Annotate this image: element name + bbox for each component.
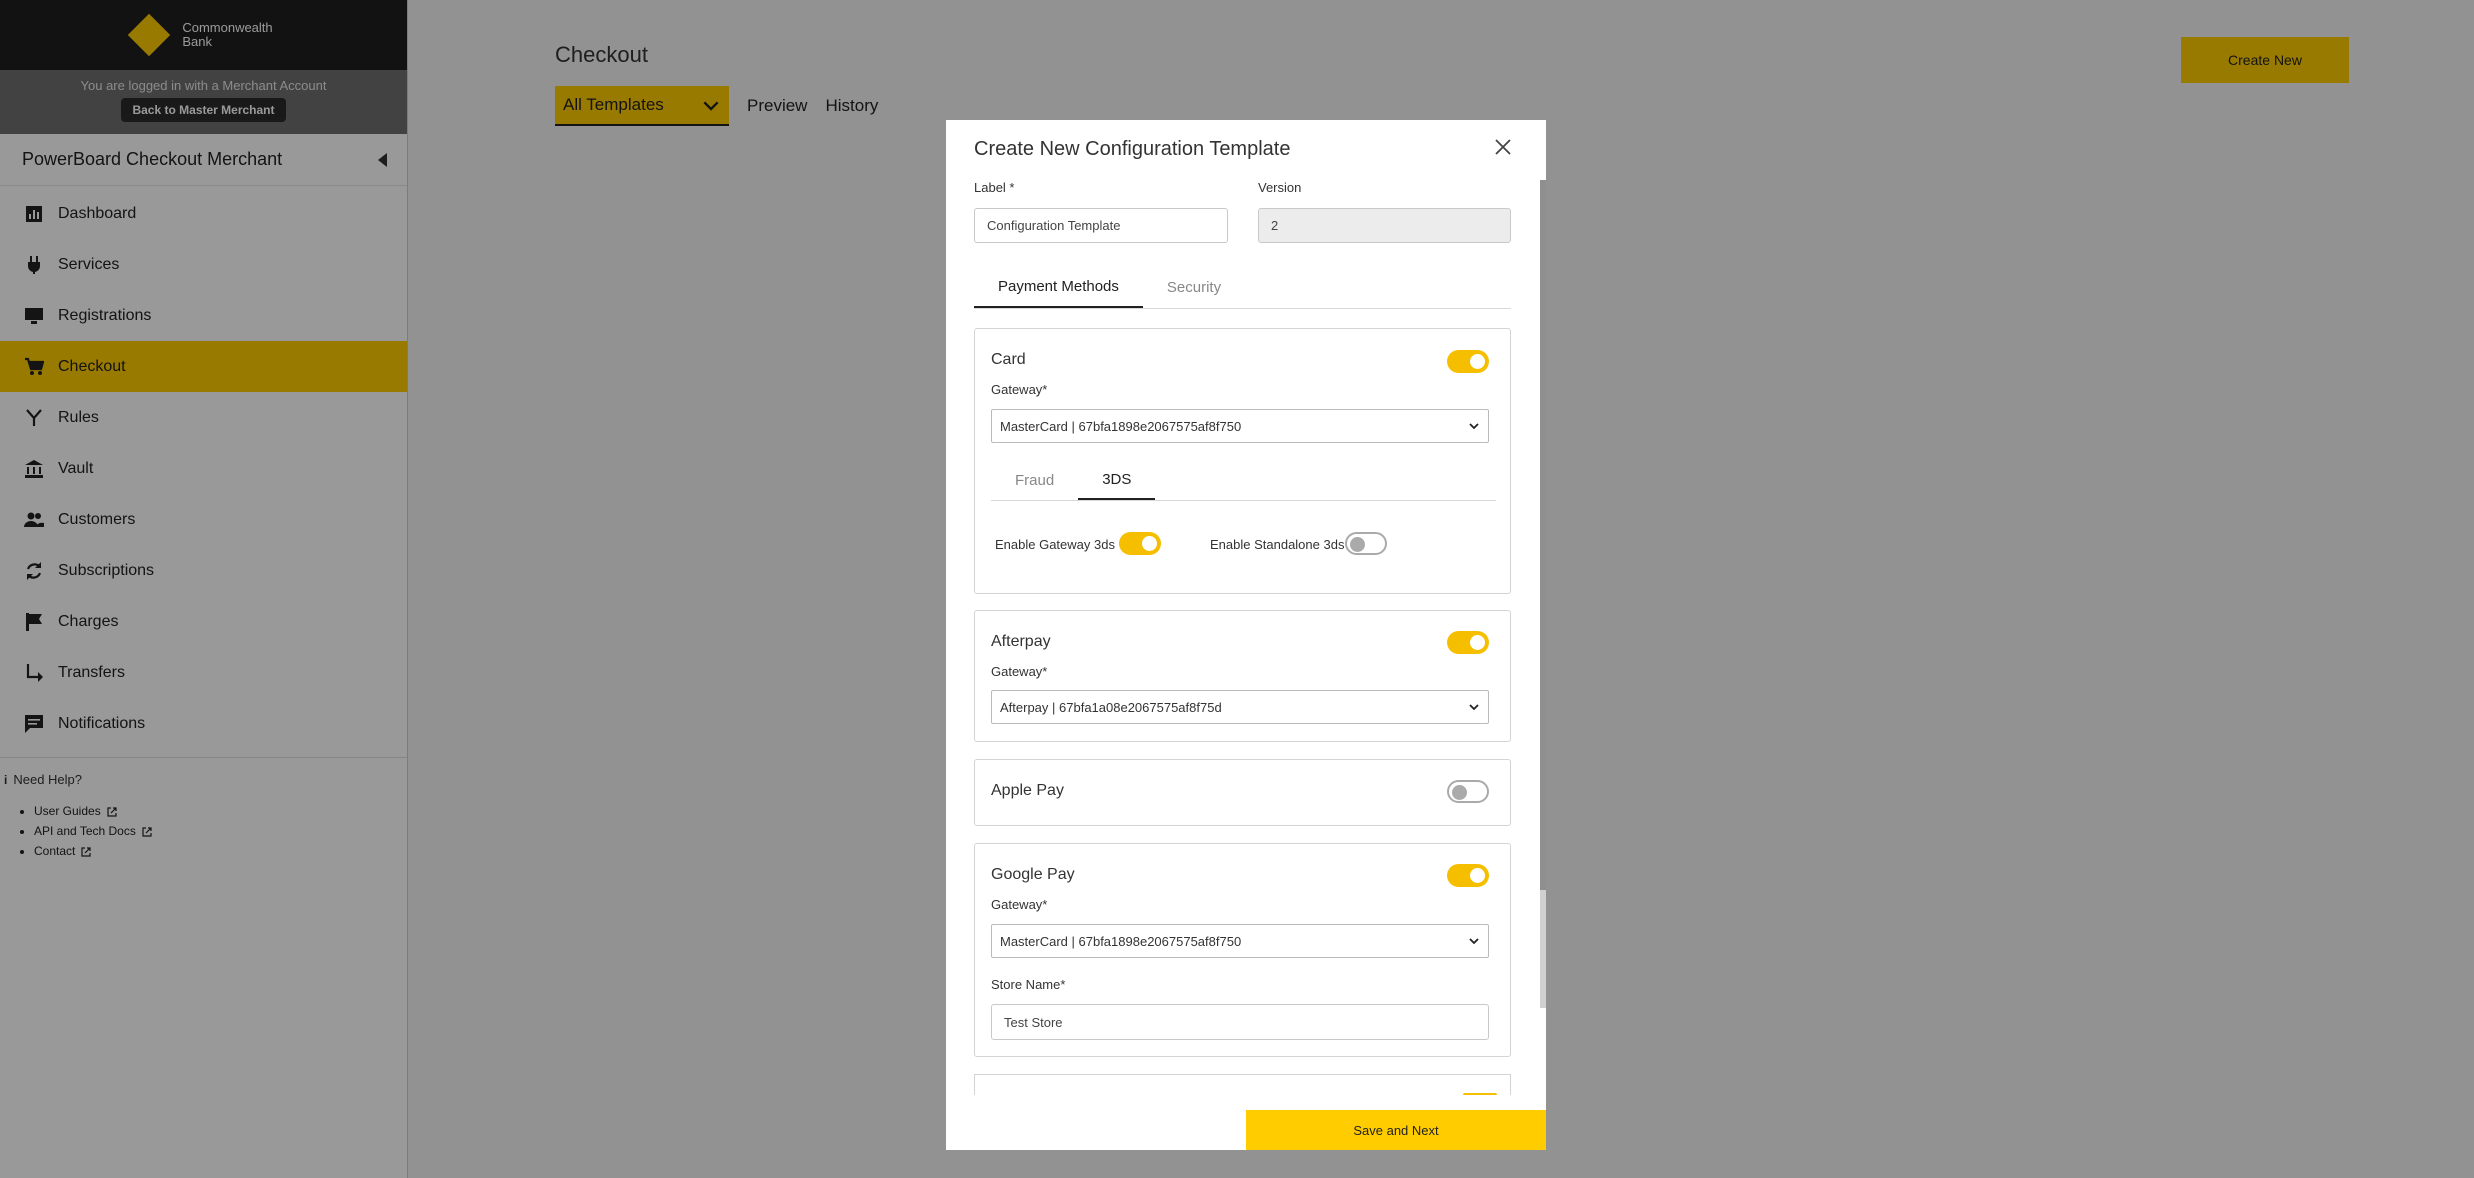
toggle-knob: [1142, 536, 1157, 551]
toggle-knob: [1470, 635, 1485, 650]
modal-scrollbar[interactable]: [1540, 180, 1546, 1008]
applepay-method-name: Apple Pay: [991, 782, 1064, 799]
card-gateway-value: MasterCard | 67bfa1898e2067575af8f750: [1000, 418, 1242, 434]
card-gateway-select[interactable]: MasterCard | 67bfa1898e2067575af8f750: [991, 409, 1489, 443]
afterpay-gateway-select[interactable]: Afterpay | 67bfa1a08e2067575af8f75d: [991, 690, 1489, 724]
card-enable-toggle[interactable]: [1447, 350, 1489, 373]
toggle-knob: [1350, 536, 1365, 552]
label-field-label: Label *: [974, 180, 1015, 195]
applepay-enable-toggle[interactable]: [1447, 780, 1489, 803]
googlepay-method-panel: Google Pay Gateway* MasterCard | 67bfa18…: [974, 843, 1511, 1057]
toggle-knob: [1452, 784, 1467, 800]
modal-title: Create New Configuration Template: [974, 138, 1291, 160]
afterpay-method-name: Afterpay: [991, 633, 1051, 650]
config-template-modal: Create New Configuration Template Label …: [946, 120, 1546, 1150]
googlepay-gateway-value: MasterCard | 67bfa1898e2067575af8f750: [1000, 933, 1242, 949]
save-and-next-button[interactable]: Save and Next: [1246, 1110, 1546, 1150]
toggle-knob: [1470, 868, 1485, 883]
version-field-label: Version: [1258, 180, 1302, 195]
toggle-knob: [1470, 354, 1485, 369]
store-name-input[interactable]: Test Store: [991, 1004, 1489, 1040]
afterpay-gateway-label: Gateway*: [991, 664, 1048, 679]
partial-toggle-icon: [1463, 1093, 1497, 1095]
modal-body: Create New Configuration Template Label …: [946, 120, 1540, 1095]
gateway-3ds-label: Enable Gateway 3ds: [995, 537, 1115, 552]
googlepay-enable-toggle[interactable]: [1447, 864, 1489, 887]
googlepay-gateway-select[interactable]: MasterCard | 67bfa1898e2067575af8f750: [991, 924, 1489, 958]
afterpay-method-panel: Afterpay Gateway* Afterpay | 67bfa1a08e2…: [974, 610, 1511, 742]
tab-security[interactable]: Security: [1143, 267, 1245, 308]
standalone-3ds-label: Enable Standalone 3ds: [1210, 537, 1345, 552]
afterpay-enable-toggle[interactable]: [1447, 631, 1489, 654]
close-icon[interactable]: [1492, 136, 1514, 158]
card-method-name: Card: [991, 351, 1026, 368]
standalone-3ds-toggle[interactable]: [1345, 532, 1387, 555]
tab-fraud[interactable]: Fraud: [991, 461, 1078, 500]
googlepay-method-name: Google Pay: [991, 866, 1075, 883]
label-input[interactable]: Configuration Template: [974, 208, 1228, 243]
card-method-panel: Card Gateway* MasterCard | 67bfa1898e206…: [974, 328, 1511, 594]
chevron-down-icon: [1469, 704, 1479, 711]
afterpay-gateway-value: Afterpay | 67bfa1a08e2067575af8f75d: [1000, 699, 1222, 715]
card-gateway-label: Gateway*: [991, 382, 1048, 397]
applepay-method-panel: Apple Pay: [974, 759, 1511, 826]
modal-tabs: Payment Methods Security: [974, 267, 1511, 309]
tab-payment-methods[interactable]: Payment Methods: [974, 267, 1143, 308]
chevron-down-icon: [1469, 938, 1479, 945]
chevron-down-icon: [1469, 423, 1479, 430]
googlepay-gateway-label: Gateway*: [991, 897, 1048, 912]
store-name-label: Store Name*: [991, 977, 1066, 992]
version-input: 2: [1258, 208, 1511, 243]
next-method-panel: [974, 1074, 1511, 1095]
scrollbar-thumb[interactable]: [1540, 180, 1546, 890]
tab-3ds[interactable]: 3DS: [1078, 461, 1156, 500]
gateway-3ds-toggle[interactable]: [1119, 532, 1161, 555]
card-inner-tabs: Fraud 3DS: [991, 461, 1496, 501]
